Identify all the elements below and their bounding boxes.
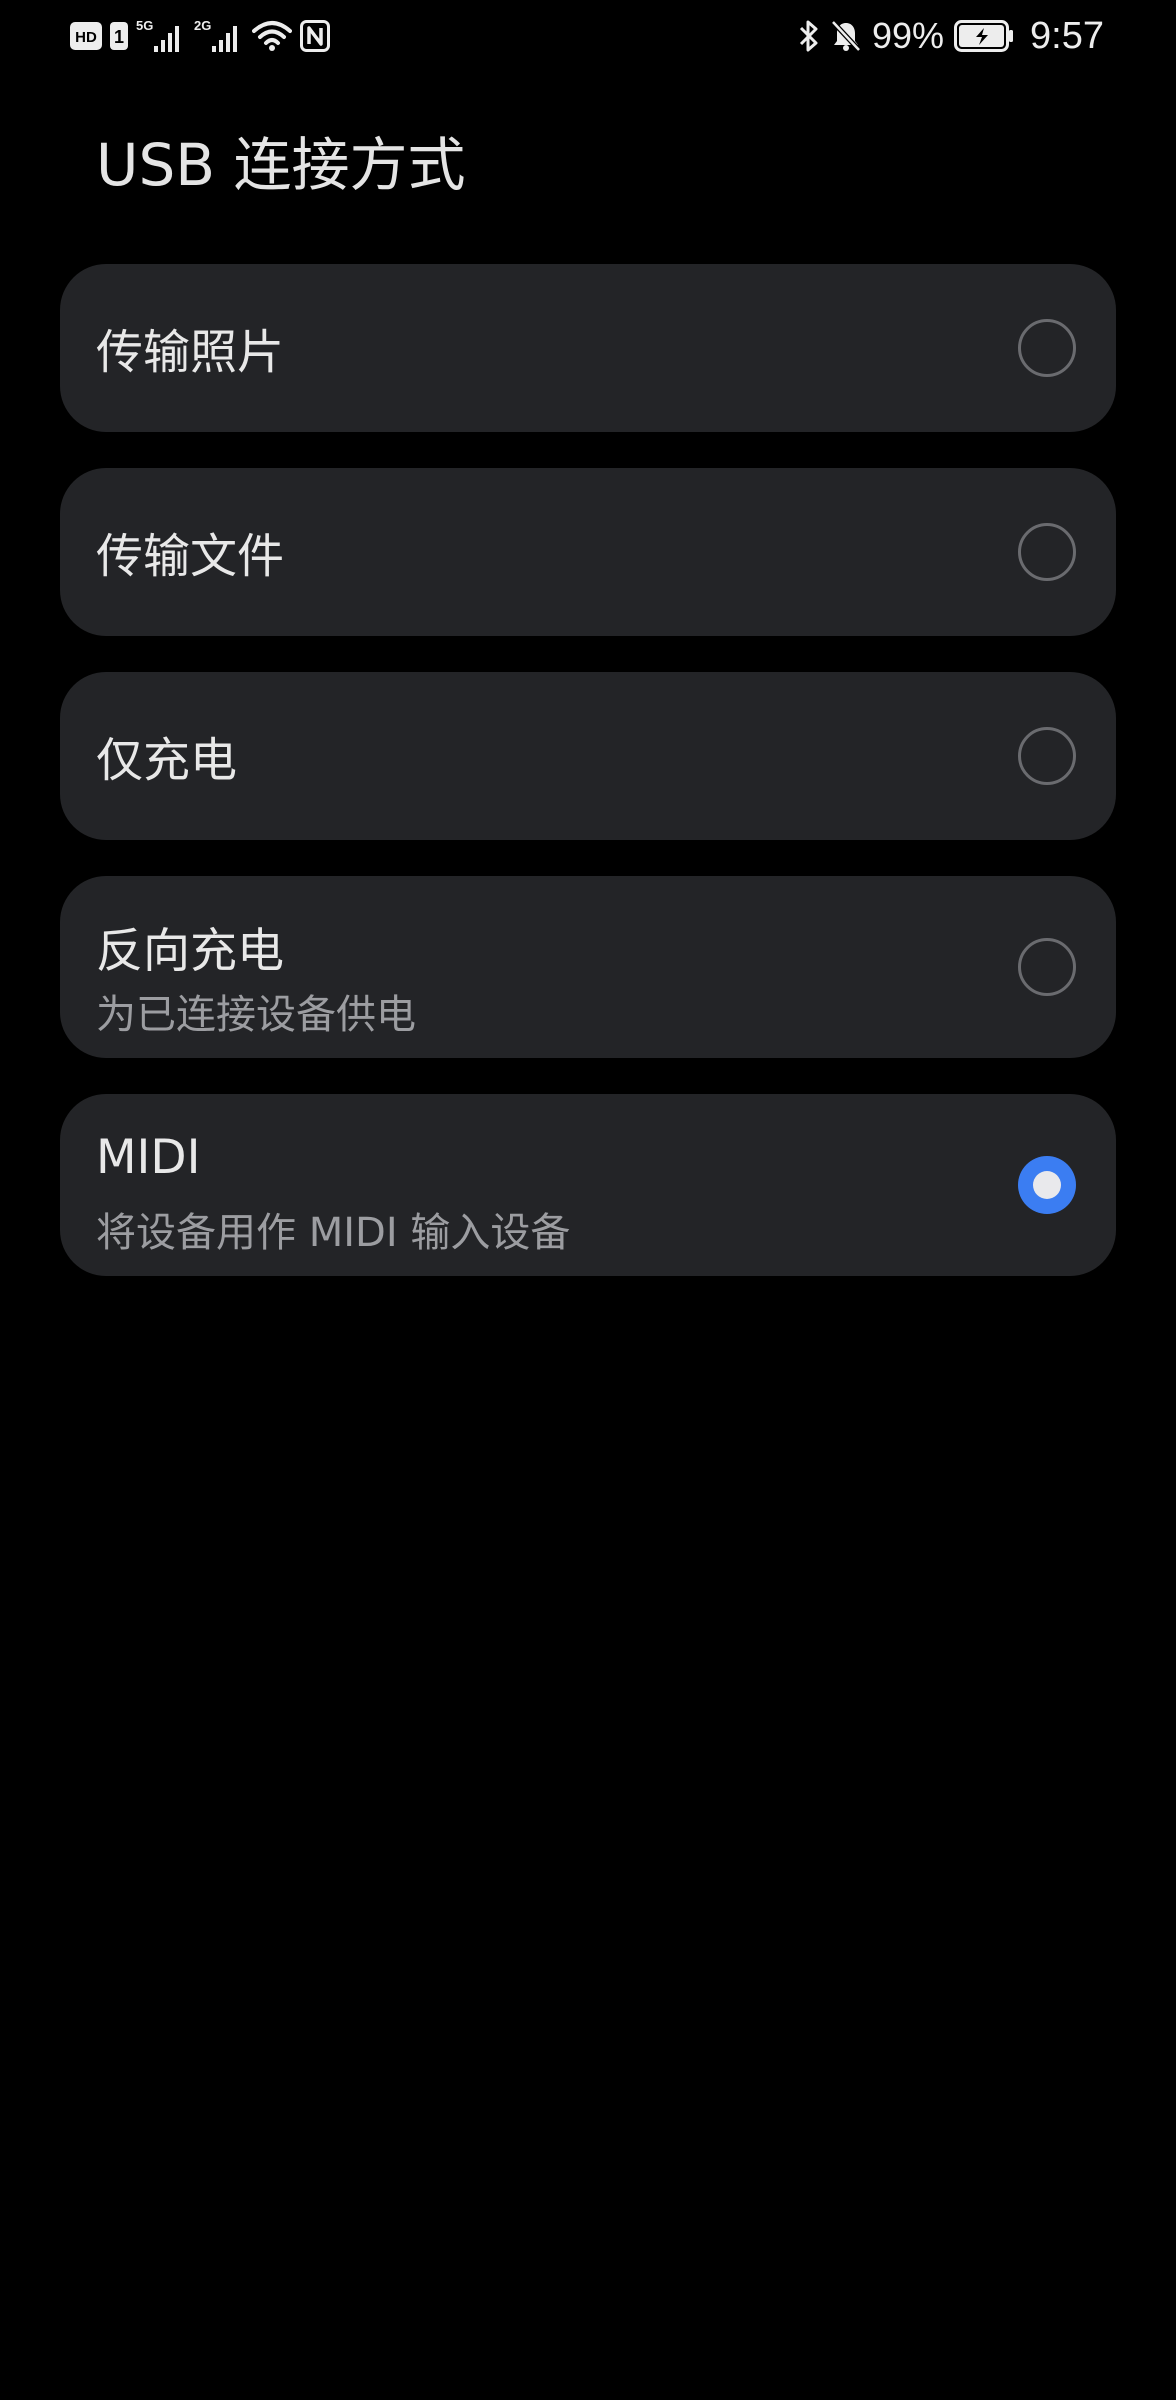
clock: 9:57 xyxy=(1030,14,1104,57)
signal-5g-icon: 5G xyxy=(136,18,186,54)
option-transfer-files[interactable]: 传输文件 xyxy=(60,468,1116,636)
wifi-icon xyxy=(252,19,292,53)
option-label: 传输照片 xyxy=(96,325,284,381)
option-midi[interactable]: MIDI 将设备用作 MIDI 输入设备 xyxy=(60,1094,1116,1276)
network1-label: 5G xyxy=(136,18,153,33)
option-charge-only[interactable]: 仅充电 xyxy=(60,672,1116,840)
usb-mode-option-list: 传输照片 传输文件 仅充电 反向充电 为已连接设备供电 MIDI 将设备用作 M… xyxy=(60,264,1116,1312)
signal-2g-icon: 2G xyxy=(194,18,244,54)
radio-button[interactable] xyxy=(1018,523,1076,581)
option-label: MIDI xyxy=(96,1130,201,1185)
battery-percent: 99% xyxy=(871,15,945,56)
hd-icon: HD xyxy=(70,22,102,50)
sim-label: 1 xyxy=(114,27,124,47)
option-transfer-photos[interactable]: 传输照片 xyxy=(60,264,1116,432)
network2-label: 2G xyxy=(194,18,211,33)
option-label: 传输文件 xyxy=(96,529,284,585)
radio-button-selected[interactable] xyxy=(1018,1156,1076,1214)
page-title: USB 连接方式 xyxy=(96,131,466,199)
hd-label: HD xyxy=(75,29,97,46)
status-right-group: 99% 9:57 xyxy=(798,14,1104,58)
status-left-group: HD 1 5G 2G xyxy=(70,16,330,56)
radio-button[interactable] xyxy=(1018,938,1076,996)
option-subtitle: 将设备用作 MIDI 输入设备 xyxy=(96,1210,571,1256)
mute-bell-icon xyxy=(830,19,862,53)
option-label: 仅充电 xyxy=(96,733,237,789)
bluetooth-icon xyxy=(798,19,820,53)
battery-charging-icon xyxy=(954,20,1014,52)
status-bar: HD 1 5G 2G 99% 9:57 xyxy=(0,0,1176,72)
option-subtitle: 为已连接设备供电 xyxy=(96,992,416,1038)
option-label: 反向充电 xyxy=(96,924,284,979)
sim-1-icon: 1 xyxy=(110,22,128,50)
option-reverse-charging[interactable]: 反向充电 为已连接设备供电 xyxy=(60,876,1116,1058)
nfc-icon xyxy=(300,20,330,52)
radio-button[interactable] xyxy=(1018,727,1076,785)
radio-button[interactable] xyxy=(1018,319,1076,377)
